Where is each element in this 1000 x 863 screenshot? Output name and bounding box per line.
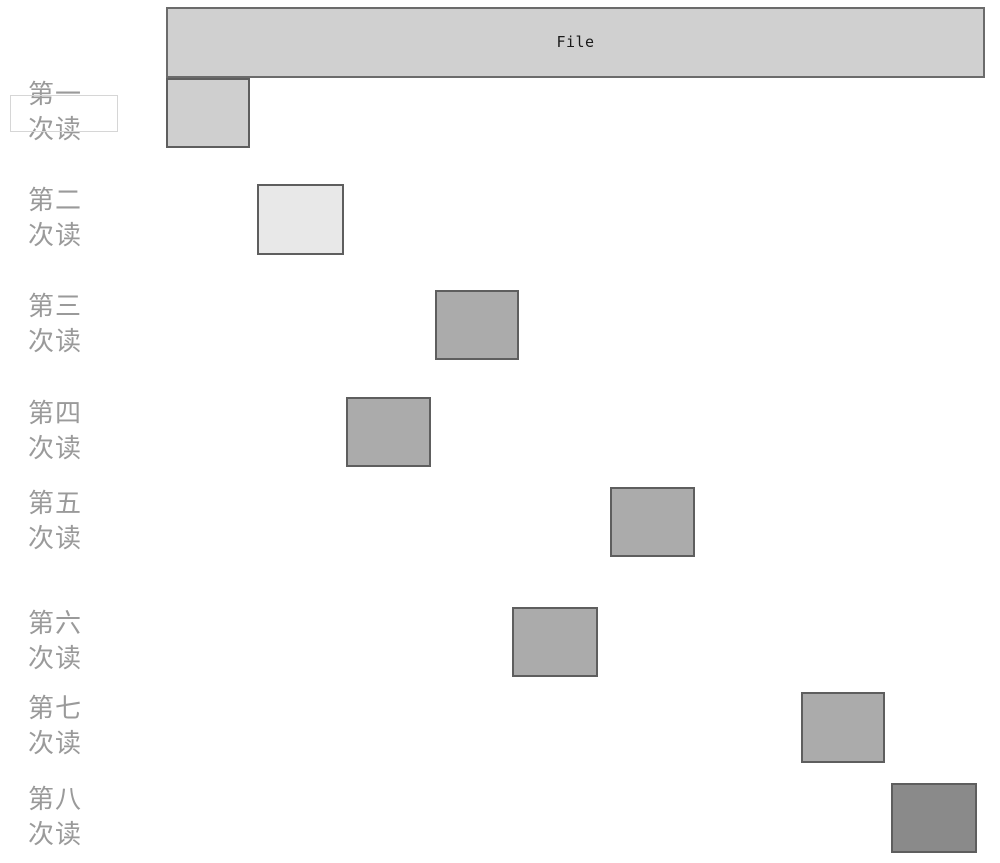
read-block-4[interactable] <box>346 397 431 467</box>
row-label-7: 第七 次读 <box>28 694 83 760</box>
diagram-canvas: File 第一 次读第二 次读第三 次读第四 次读第五 次读第六 次读第七 次读… <box>0 0 1000 863</box>
row-label-6: 第六 次读 <box>28 609 83 675</box>
read-block-2[interactable] <box>257 184 344 255</box>
file-bar[interactable]: File <box>166 7 985 78</box>
row-label-4: 第四 次读 <box>28 399 83 465</box>
row-label-8: 第八 次读 <box>28 785 83 851</box>
read-block-6[interactable] <box>512 607 598 677</box>
row-label-5: 第五 次读 <box>28 489 83 555</box>
row-label-1: 第一 次读 <box>28 80 83 146</box>
read-block-5[interactable] <box>610 487 695 557</box>
read-block-8[interactable] <box>891 783 977 853</box>
read-block-3[interactable] <box>435 290 519 360</box>
row-label-3: 第三 次读 <box>28 292 83 358</box>
row-label-2: 第二 次读 <box>28 186 83 252</box>
file-bar-label: File <box>556 33 595 51</box>
read-block-1[interactable] <box>166 78 250 148</box>
read-block-7[interactable] <box>801 692 885 763</box>
